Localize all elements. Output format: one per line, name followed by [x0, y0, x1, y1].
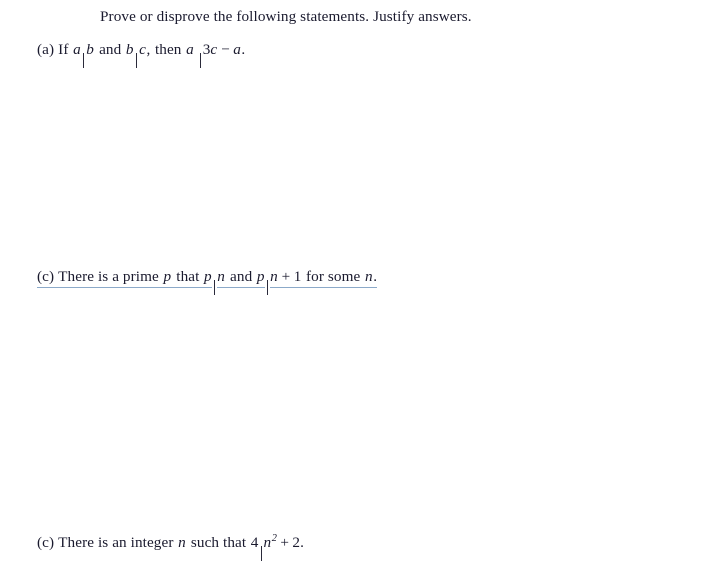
statement-c-plus-operator: + — [280, 534, 290, 551]
statement-a-var-b2: b — [125, 41, 134, 58]
statement-c-prime-period: . — [373, 268, 378, 285]
statement-c-prime-var-n1: n — [217, 268, 225, 285]
statement-c-exponent: 2 — [271, 532, 277, 544]
statement-c-prime-plus-operator: + — [281, 268, 291, 285]
statement-c-period: . — [300, 534, 305, 551]
statement-a-minus-operator: − — [221, 41, 230, 58]
statement-a-text-if: If — [58, 41, 69, 58]
statement-a-var-c2: c — [210, 41, 218, 58]
statement-a-comma: , — [146, 41, 151, 58]
statement-c-prime-one: 1 — [293, 268, 302, 285]
statement-a-period: . — [241, 41, 246, 58]
statement-label-a: (a) — [37, 41, 55, 58]
statement-item-a: (a) If a b and b c, then a 3c − a. — [37, 41, 246, 68]
statement-c-prime-text-lead: There is a prime — [58, 268, 159, 285]
statement-a-var-a1: a — [73, 41, 81, 58]
statement-c-prime-var-n2: n — [270, 268, 278, 285]
annotated-segment: n and p — [217, 268, 265, 288]
statement-a-text-and: and — [99, 41, 122, 58]
statement-label-c-prime: (c) — [37, 268, 55, 285]
statement-a-text-then: then — [154, 41, 182, 58]
statement-c-prime-var-p1: p — [163, 268, 172, 285]
annotated-segment: (c) There is a prime p that p — [37, 268, 213, 288]
statement-c-prime-var-n3: n — [364, 268, 373, 285]
statement-label-c: (c) — [37, 534, 55, 551]
document-page: Prove or disprove the following statemen… — [0, 0, 720, 588]
statement-c-prime-text-that: that — [176, 268, 200, 285]
annotated-segment: n +1 for some n. — [270, 268, 378, 288]
statement-c-prime-var-p3: p — [256, 268, 265, 285]
statement-c-prime-var-p2: p — [204, 268, 212, 285]
statement-a-var-b1: b — [86, 41, 94, 58]
statement-c-four: 4 — [250, 534, 259, 551]
statement-c-var-n1: n — [178, 534, 186, 551]
statement-c-text-such-that: such that — [190, 534, 247, 551]
statement-item-c-prime: (c) There is a prime p that p n and p n +1 for som… — [37, 268, 378, 295]
statement-c-prime-text-and: and — [230, 268, 253, 285]
statement-item-c: (c) There is an integer n such that 4 n2 +2. — [37, 532, 305, 561]
statement-c-text-lead: There is an integer — [58, 534, 174, 551]
statement-c-two: 2 — [292, 534, 301, 551]
statement-a-var-a2: a — [186, 41, 194, 58]
statement-c-prime-text-for-some: for some — [306, 268, 361, 285]
statement-c-var-n2: n — [263, 534, 272, 551]
instruction-header: Prove or disprove the following statemen… — [100, 8, 472, 25]
